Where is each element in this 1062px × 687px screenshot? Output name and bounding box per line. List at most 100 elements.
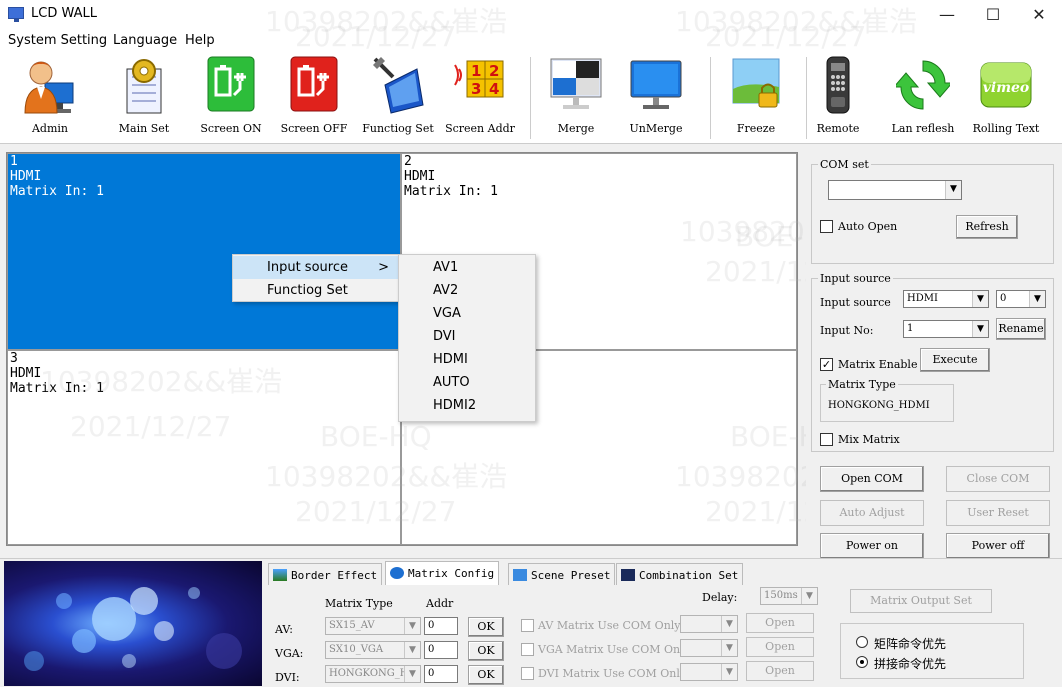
toolbar-admin-label: Admin	[31, 122, 69, 135]
title-bar: LCD WALL — ☐ ✕	[0, 0, 1062, 30]
av-com-only-checkbox[interactable]	[521, 619, 534, 632]
tab-matrix-config[interactable]: Matrix Config	[385, 561, 500, 585]
chevron-down-icon: ▼	[1029, 291, 1045, 307]
submenu-item-vga[interactable]: VGA	[399, 302, 535, 325]
toolbar-screen-addr-button[interactable]: 1 2 3 4 Screen Addr	[441, 52, 519, 144]
mix-matrix-checkbox[interactable]	[820, 433, 833, 446]
power-off-button[interactable]: Power off	[946, 533, 1050, 559]
toolbar-screen-on-label: Screen ON	[200, 122, 262, 135]
screen-addr-digit-2: 2	[489, 62, 499, 80]
toolbar-freeze-label: Freeze	[736, 122, 776, 135]
app-icon	[8, 7, 24, 22]
wall-cell-1[interactable]: 1 HDMI Matrix In: 1	[7, 153, 401, 350]
tab-border-effect[interactable]: Border Effect	[268, 563, 383, 585]
rename-button[interactable]: Rename	[996, 318, 1046, 340]
toolbar-rolling-text-label: Rolling Text	[972, 122, 1040, 135]
context-menu-function-set[interactable]: Functiog Set	[233, 279, 399, 302]
vga-ok-button[interactable]: OK	[468, 641, 504, 661]
scene-preset-icon	[513, 569, 527, 581]
toolbar-freeze-button[interactable]: Freeze	[716, 52, 796, 144]
av-com-select[interactable]: ▼	[680, 615, 738, 633]
cell-matrix: Matrix In: 1	[10, 381, 104, 396]
context-menu-input-source[interactable]: Input source >	[233, 256, 399, 279]
dvi-com-only-checkbox[interactable]	[521, 667, 534, 680]
vga-com-only-checkbox[interactable]	[521, 643, 534, 656]
toolbar-lan-refresh-button[interactable]: Lan reflesh	[882, 52, 964, 144]
menu-language[interactable]: Language	[113, 33, 177, 48]
menu-system-setting[interactable]: System Setting	[8, 33, 107, 48]
vga-com-select[interactable]: ▼	[680, 639, 738, 657]
vga-open-button[interactable]: Open	[746, 637, 814, 657]
submenu-item-hdmi[interactable]: HDMI	[399, 348, 535, 371]
toolbar-admin-button[interactable]: Admin	[14, 52, 86, 144]
auto-adjust-button[interactable]: Auto Adjust	[820, 500, 924, 526]
toolbar-remote-button[interactable]: Remote	[808, 52, 868, 144]
matrix-priority-radio[interactable]	[856, 636, 868, 648]
submenu-item-auto[interactable]: AUTO	[399, 371, 535, 394]
close-button[interactable]: ✕	[1016, 0, 1062, 30]
auto-open-checkbox[interactable]	[820, 220, 833, 233]
av-ok-button[interactable]: OK	[468, 617, 504, 637]
dvi-open-button[interactable]: Open	[746, 661, 814, 681]
maximize-button[interactable]: ☐	[970, 0, 1016, 30]
matrix-type-value: HONGKONG_HDMI	[828, 400, 930, 411]
matrix-enable-label: Matrix Enable	[838, 358, 918, 371]
tab-label: Matrix Config	[408, 567, 495, 580]
dvi-com-select[interactable]: ▼	[680, 663, 738, 681]
toolbar-merge-button[interactable]: Merge	[536, 52, 616, 144]
delay-value: 150ms	[764, 590, 798, 601]
av-matrix-type-select[interactable]: SX15_AV ▼	[325, 617, 421, 635]
wall-cell-3[interactable]: 3 HDMI Matrix In: 1	[7, 350, 401, 545]
toolbar-function-set-button[interactable]: Functiog Set	[355, 52, 441, 144]
refresh-button[interactable]: Refresh	[956, 215, 1018, 239]
menu-bar: System Setting Language Help	[0, 30, 1062, 52]
vga-matrix-type-select[interactable]: SX10_VGA ▼	[325, 641, 421, 659]
execute-button[interactable]: Execute	[920, 348, 990, 372]
dvi-addr-input[interactable]: 0	[424, 665, 458, 683]
submenu-item-av1[interactable]: AV1	[399, 256, 535, 279]
toolbar-main-set-button[interactable]: Main Set	[104, 52, 184, 144]
matrix-output-set-button[interactable]: Matrix Output Set	[850, 589, 992, 613]
com-port-select[interactable]: ▼	[828, 180, 962, 200]
input-source-index-select[interactable]: 0 ▼	[996, 290, 1046, 308]
fractal-image	[4, 561, 262, 686]
matrix-enable-checkbox[interactable]: ✓	[820, 358, 833, 371]
cell-number: 3	[10, 351, 18, 366]
open-com-button[interactable]: Open COM	[820, 466, 924, 492]
submenu-item-av2[interactable]: AV2	[399, 279, 535, 302]
cell-number: 1	[10, 154, 18, 169]
av-addr-input[interactable]: 0	[424, 617, 458, 635]
input-no-label: Input No:	[820, 324, 874, 337]
submenu-item-dvi[interactable]: DVI	[399, 325, 535, 348]
toolbar-screen-on-button[interactable]: Screen ON	[194, 52, 268, 144]
tab-scene-preset[interactable]: Scene Preset	[508, 563, 616, 585]
input-source-select[interactable]: HDMI ▼	[903, 290, 989, 308]
screen-addr-icon: 1 2 3 4	[454, 60, 504, 98]
user-reset-button[interactable]: User Reset	[946, 500, 1050, 526]
cell-matrix: Matrix In: 1	[10, 184, 104, 199]
power-on-button[interactable]: Power on	[820, 533, 924, 559]
dvi-matrix-type-select[interactable]: HONGKONG_HDMI ▼	[325, 665, 421, 683]
input-no-select[interactable]: 1 ▼	[903, 320, 989, 338]
lan-refresh-icon	[896, 60, 950, 110]
toolbar-unmerge-button[interactable]: UnMerge	[616, 52, 696, 144]
menu-help[interactable]: Help	[185, 33, 215, 48]
toolbar-unmerge-label: UnMerge	[629, 122, 683, 135]
splice-priority-radio[interactable]	[856, 656, 868, 668]
rolling-text-logo: vimeo	[983, 80, 1030, 96]
toolbar-rolling-text-button[interactable]: vimeo Rolling Text	[964, 52, 1048, 144]
submenu-item-hdmi2[interactable]: HDMI2	[399, 394, 535, 417]
cell-matrix: Matrix In: 1	[404, 184, 498, 199]
tab-combination-set[interactable]: Combination Set	[616, 563, 744, 585]
delay-select[interactable]: 150ms ▼	[760, 587, 818, 605]
input-no-value: 1	[907, 323, 914, 334]
minimize-button[interactable]: —	[924, 0, 970, 30]
close-com-button[interactable]: Close COM	[946, 466, 1050, 492]
matrix-type-label: Matrix Type	[826, 378, 898, 391]
av-open-button[interactable]: Open	[746, 613, 814, 633]
combination-set-icon	[621, 569, 635, 581]
dvi-ok-button[interactable]: OK	[468, 665, 504, 685]
toolbar-screen-off-button[interactable]: Screen OFF	[276, 52, 352, 144]
vga-addr-input[interactable]: 0	[424, 641, 458, 659]
cell-source: HDMI	[10, 169, 42, 184]
